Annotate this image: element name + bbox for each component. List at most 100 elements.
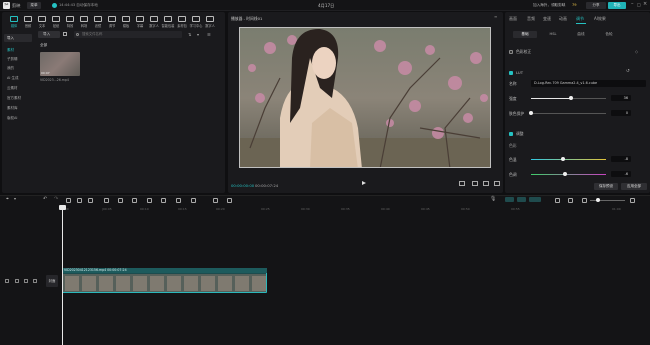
menu-button[interactable]: 菜单 <box>27 2 41 9</box>
redo-icon[interactable]: ↷ <box>54 196 58 202</box>
track-more-icon[interactable] <box>33 279 37 283</box>
temperature-input[interactable]: -8 <box>611 156 631 162</box>
import-button[interactable]: 导入 <box>38 31 60 38</box>
rotate-icon[interactable] <box>176 198 181 203</box>
filter-icon <box>94 16 102 22</box>
microphone-icon[interactable]: 🎙 <box>490 196 496 202</box>
sidebar-item-subclip[interactable]: 子剪辑 <box>4 55 32 63</box>
minimize-icon[interactable]: – <box>631 1 634 7</box>
adjust-checkbox[interactable] <box>509 132 513 136</box>
fullscreen-grid-icon[interactable] <box>459 181 465 186</box>
zoom-in-icon[interactable] <box>630 198 635 203</box>
quality-icon[interactable] <box>483 181 489 186</box>
intensity-input[interactable]: 36 <box>611 95 631 101</box>
tab-ai-effects[interactable]: AI效果 <box>594 16 606 22</box>
temperature-label: 色温 <box>509 157 517 162</box>
zoom-out-icon[interactable] <box>568 198 573 203</box>
grid-view-icon[interactable] <box>63 32 67 36</box>
tab-picture[interactable]: 画面 <box>509 16 517 22</box>
sidebar-item-import[interactable]: 导入 <box>4 34 32 42</box>
zoom-fit-icon[interactable] <box>582 198 587 203</box>
user-promo-text[interactable]: 加入海外，领取剪映 <box>533 3 565 8</box>
share-button[interactable]: 分享 <box>586 2 606 9</box>
lut-checkbox[interactable] <box>509 71 513 75</box>
intensity-fill <box>531 98 571 99</box>
sidebar-item-library[interactable]: 素材库 <box>4 104 32 112</box>
save-preset-button[interactable]: 保存预设 <box>594 183 618 190</box>
fit-icon[interactable] <box>227 198 232 203</box>
ruler-tick: 01:00 <box>612 207 621 211</box>
sidebar-item-mine[interactable]: 我的 <box>4 64 32 72</box>
split-icon[interactable] <box>66 198 71 203</box>
search-input[interactable]: 搜索文件名称 <box>74 31 182 38</box>
sidebar-item-cloud[interactable]: 云素材 <box>4 84 32 92</box>
link-toggle[interactable] <box>517 197 526 202</box>
subtab-basic[interactable]: 基础 <box>513 31 537 38</box>
lut-select[interactable]: D-Log-Rec.709 Gamma2.4_v1.6.cube <box>531 80 646 87</box>
maximize-icon[interactable]: □ <box>637 2 641 7</box>
align-icon[interactable] <box>555 198 560 203</box>
playhead-handle[interactable] <box>59 205 66 210</box>
tab-adjust[interactable]: 调节 <box>576 16 584 22</box>
delete-icon[interactable] <box>104 198 109 203</box>
diamond-icon[interactable]: ◇ <box>635 49 638 54</box>
apply-all-button[interactable]: 应用全部 <box>621 183 647 190</box>
zoom-slider[interactable] <box>596 198 600 202</box>
preview-axis-toggle[interactable] <box>529 197 541 202</box>
close-icon[interactable]: × <box>643 1 647 7</box>
ruler-tick: 00:10 <box>140 207 149 211</box>
playhead[interactable] <box>62 205 63 345</box>
ruler-tick: 00:20 <box>216 207 225 211</box>
mirror-icon[interactable] <box>161 198 166 203</box>
keyframe-icon[interactable] <box>213 198 218 203</box>
subtab-color-wheel[interactable]: 色轮 <box>597 31 621 38</box>
skin-protect-input[interactable]: 0 <box>611 110 631 116</box>
ratio-icon[interactable] <box>472 181 478 186</box>
timecode-current: 00:00:00:00 <box>231 183 255 188</box>
sidebar-item-material[interactable]: 素材 <box>4 46 32 54</box>
tab-audio[interactable]: 音频 <box>527 16 535 22</box>
freeze-icon[interactable] <box>132 198 137 203</box>
reverse-icon[interactable] <box>147 198 152 203</box>
tint-input[interactable]: -6 <box>611 171 631 177</box>
sort-icon[interactable]: ⇅ <box>188 32 191 37</box>
preview-image <box>240 28 490 167</box>
split-left-icon[interactable] <box>77 198 82 203</box>
track-visible-icon[interactable] <box>15 279 19 283</box>
split-right-icon[interactable] <box>88 198 93 203</box>
temperature-slider[interactable] <box>561 157 565 161</box>
skin-protect-slider[interactable] <box>529 111 533 115</box>
marker-icon[interactable] <box>118 198 123 203</box>
transition-icon <box>80 16 88 22</box>
crop-icon[interactable] <box>191 198 196 203</box>
subtab-hsl[interactable]: HSL <box>541 31 565 38</box>
toolbar-avatar[interactable]: 数字人 <box>201 14 219 32</box>
color-correct-checkbox[interactable] <box>509 50 513 54</box>
cover-button[interactable]: 封面 <box>46 275 58 287</box>
media-panel <box>2 12 225 193</box>
subtab-curve[interactable]: 曲线 <box>569 31 593 38</box>
intensity-slider[interactable] <box>569 96 573 100</box>
view-dropdown-icon[interactable]: ☰ <box>207 32 211 37</box>
fullscreen-icon[interactable] <box>494 181 500 186</box>
track-lock-icon[interactable] <box>5 279 9 283</box>
sidebar-item-ai[interactable]: AI 生成 <box>4 74 32 82</box>
sidebar-item-copyright[interactable]: 版权AI <box>4 114 32 122</box>
filter-dropdown-icon[interactable]: ▾ <box>197 32 199 37</box>
track-mute-icon[interactable] <box>24 279 28 283</box>
tab-speed[interactable]: 变速 <box>543 16 551 22</box>
cursor-tool-icon[interactable]: ⌖ <box>6 196 9 202</box>
tab-animation[interactable]: 动画 <box>559 16 567 22</box>
sidebar-item-official[interactable]: 官方素材 <box>4 94 32 102</box>
video-preview[interactable] <box>239 27 491 168</box>
player-menu-icon[interactable]: ≡ <box>494 14 497 19</box>
export-button[interactable]: 导出 <box>608 2 626 9</box>
tint-slider[interactable] <box>563 172 567 176</box>
magnet-toggle[interactable] <box>505 197 514 202</box>
play-icon[interactable] <box>362 181 366 185</box>
lut-reset-icon[interactable]: ↺ <box>626 69 630 74</box>
cursor-dropdown-icon[interactable]: ▾ <box>14 196 16 201</box>
undo-icon[interactable]: ↶ <box>43 196 47 202</box>
thumbnail-duration: 00:07 <box>41 71 50 75</box>
window-title: 4月17日 <box>318 2 335 8</box>
